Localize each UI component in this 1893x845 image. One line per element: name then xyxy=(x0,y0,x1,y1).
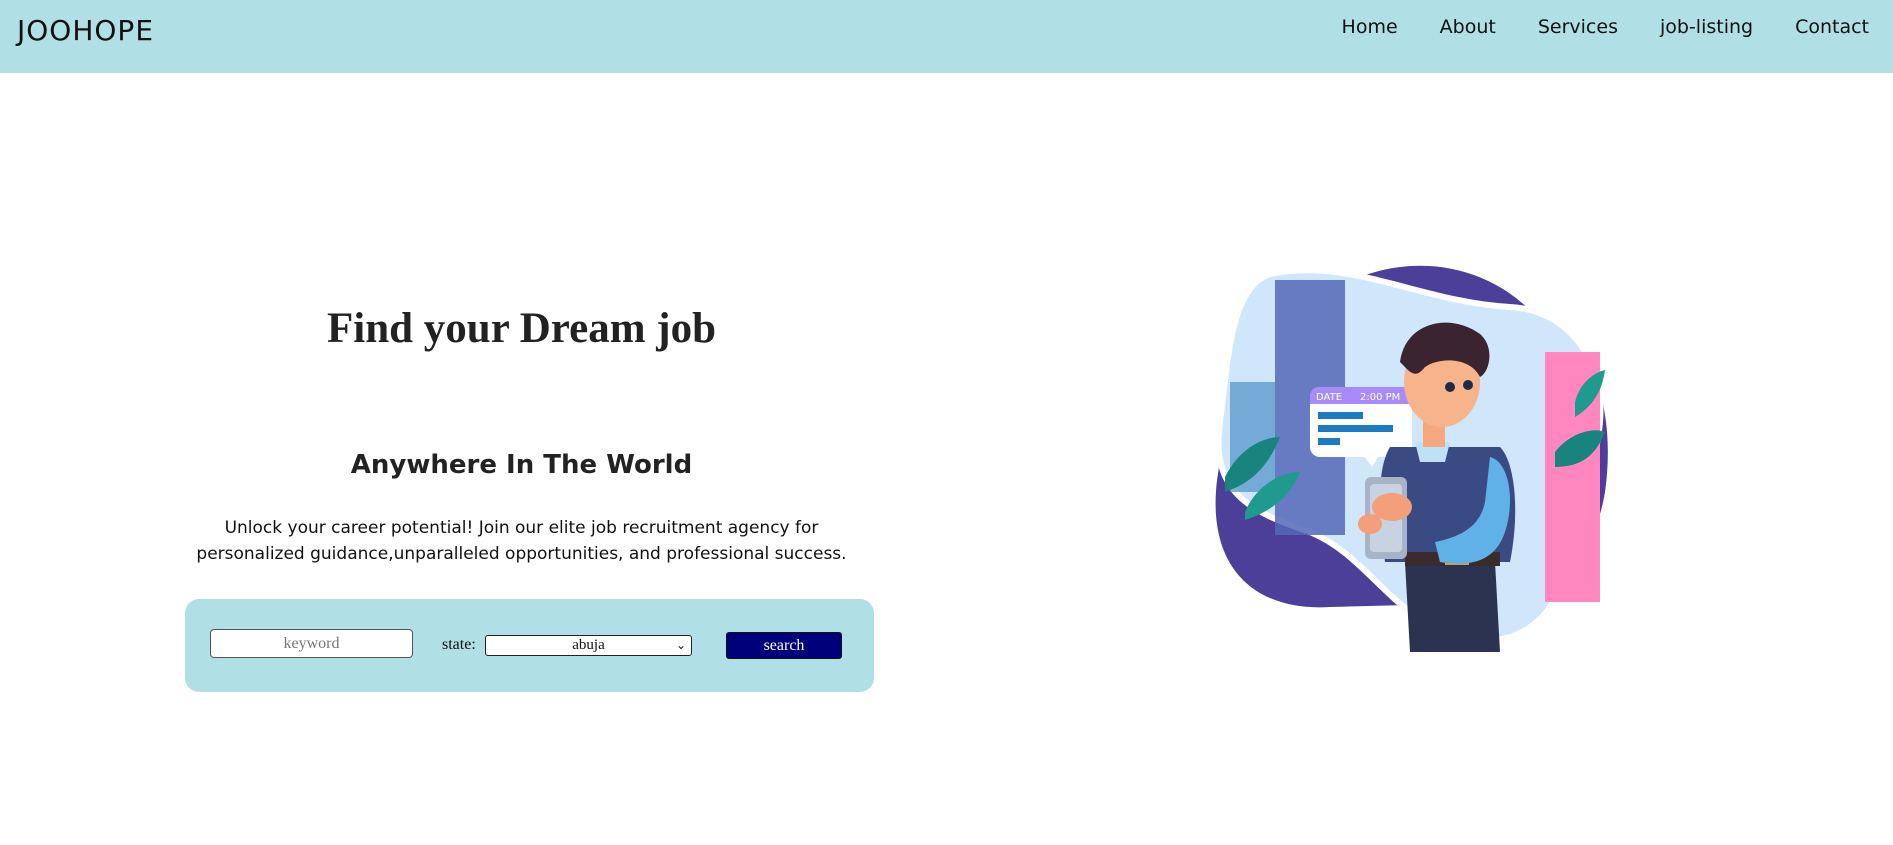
nav-contact[interactable]: Contact xyxy=(1795,16,1869,38)
chevron-down-icon: ⌄ xyxy=(675,638,686,652)
nav-home[interactable]: Home xyxy=(1342,16,1398,38)
hero-illustration: DATE 2:00 PM xyxy=(1215,265,1608,652)
hero-subtitle: Anywhere In The World xyxy=(350,450,693,480)
site-logo[interactable]: JOOHOPE xyxy=(17,14,154,47)
card-time-text: 2:00 PM xyxy=(1360,392,1400,403)
card-date-text: DATE xyxy=(1316,392,1342,403)
state-label: state: xyxy=(442,636,476,653)
main-nav: Home About Services job-listing Contact xyxy=(1300,16,1869,38)
state-select[interactable]: abuja ⌄ xyxy=(485,635,692,656)
nav-job-listing[interactable]: job-listing xyxy=(1660,16,1753,38)
nav-about[interactable]: About xyxy=(1440,16,1496,38)
keyword-input[interactable] xyxy=(210,629,413,658)
search-button[interactable]: search xyxy=(726,632,842,659)
header-navbar: JOOHOPE Home About Services job-listing … xyxy=(0,0,1893,73)
search-form: state: abuja ⌄ search xyxy=(185,599,874,692)
hero-description: Unlock your career potential! Join our e… xyxy=(196,518,847,564)
hero-title: Find your Dream job xyxy=(326,305,716,352)
nav-services[interactable]: Services xyxy=(1538,16,1618,38)
state-select-value: abuja xyxy=(572,637,605,653)
